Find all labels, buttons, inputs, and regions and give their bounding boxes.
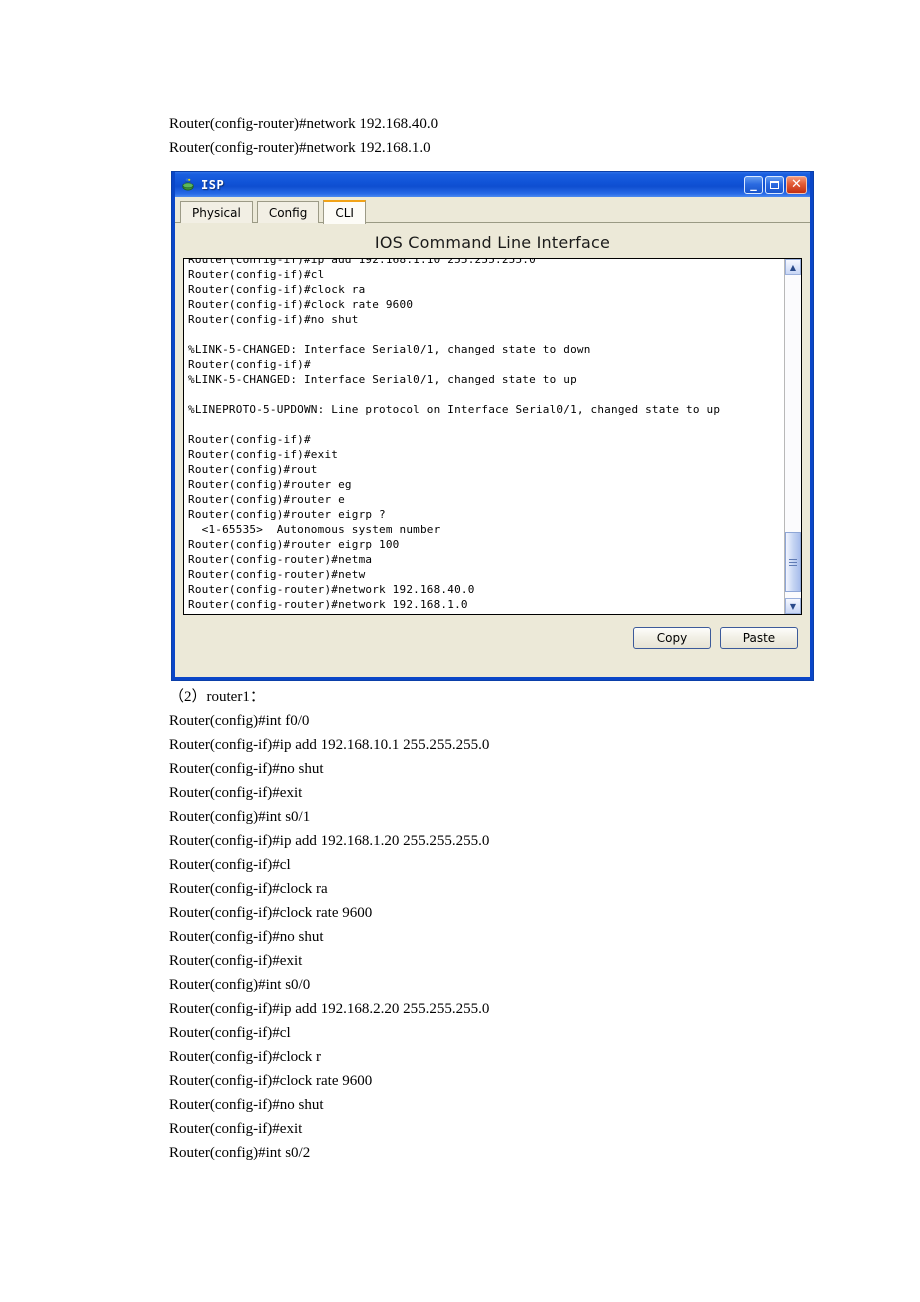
document-line: Router(config-if)#clock rate 9600 [169,1073,373,1089]
scroll-up-button[interactable]: ▲ [785,259,801,275]
document-line: Router(config-if)#exit [169,953,303,969]
document-line: Router(config-if)#clock rate 9600 [169,905,373,921]
console-line: %LINEPROTO-5-UPDOWN: Line protocol on In… [188,403,721,416]
console-line: Router(config-if)#exit [188,448,339,461]
console-line: <1-65535> Autonomous system number [188,523,441,536]
tab-cli-label: CLI [335,206,354,220]
console-button-row: Copy Paste [183,615,802,649]
document-line: Router(config)#int s0/0 [169,977,311,993]
tab-physical-label: Physical [192,205,241,220]
window-titlebar[interactable]: ISP _ ✕ [175,172,810,197]
console-line: %LINK-5-CHANGED: Interface Serial0/1, ch… [188,343,591,356]
document-text-bottom: （2）router1： Router(config)#int f0/0 Route… [169,685,869,1165]
scroll-down-button[interactable]: ▼ [785,598,801,614]
cli-heading: IOS Command Line Interface [374,233,611,252]
cli-console-text: Router(config-if)#ip add 192.168.1.10 25… [188,259,784,612]
paste-button[interactable]: Paste [720,627,798,649]
isp-device-window: ISP _ ✕ Physical Config CLI IOS Command … [172,172,813,680]
console-line: Router(config-if)#ip add 192.168.1.10 25… [188,259,536,266]
window-controls: _ ✕ [744,175,807,194]
document-line: Router(config-if)#no shut [169,1097,324,1113]
chevron-down-icon: ▼ [789,601,797,611]
tab-config-label: Config [268,205,308,220]
scrollbar-thumb[interactable] [785,532,801,592]
document-line: Router(config)#int s0/1 [169,809,311,825]
tab-config[interactable]: Config [256,201,320,223]
console-line: Router(config-router)#network 192.168.1.… [188,598,468,611]
document-line: Router(config-if)#ip add 192.168.2.20 25… [169,1001,490,1017]
window-title: ISP [201,177,225,192]
document-line: Router(config-if)#clock r [169,1049,322,1065]
document-line: Router(config-if)#no shut [169,761,324,777]
tab-strip: Physical Config CLI [175,197,810,224]
cli-console[interactable]: Router(config-if)#ip add 192.168.1.10 25… [184,259,784,614]
console-line: Router(config-if)#clock ra [188,283,366,296]
console-line: Router(config-router)#netw [188,568,366,581]
copy-button[interactable]: Copy [633,627,711,649]
document-line: Router(config-if)#ip add 192.168.1.20 25… [169,833,490,849]
router1-command-list: Router(config)#int f0/0 Router(config-if)… [169,709,869,1165]
close-button[interactable]: ✕ [786,175,807,194]
minimize-button[interactable]: _ [744,175,763,194]
document-line: Router(config)#int f0/0 [169,713,310,729]
minimize-icon: _ [750,176,757,192]
document-line: Router(config-if)#cl [169,1025,291,1041]
scrollbar-track[interactable] [785,275,801,598]
tab-cli[interactable]: CLI [323,200,366,224]
chevron-up-icon: ▲ [789,262,797,272]
router-icon [180,177,196,193]
document-line: Router(config-if)#exit [169,785,303,801]
maximize-button[interactable] [765,175,784,194]
console-line: Router(config)#router eg [188,478,352,491]
console-line: Router(config-if)#clock rate 9600 [188,298,414,311]
console-line: Router(config-if)# [188,358,311,371]
document-line: Router(config-if)#exit [169,1121,303,1137]
document-line: Router(config-router)#network 192.168.1.… [169,140,431,156]
console-line: Router(config-if)#cl [188,268,325,281]
window-body: IOS Command Line Interface Router(config… [175,223,810,677]
document-line: Router(config-if)#clock ra [169,881,328,897]
document-line: Router(config-if)#no shut [169,929,324,945]
console-line: Router(config)#router e [188,493,345,506]
scrollbar-grip-icon [789,557,797,568]
console-line: Router(config)#router eigrp ? [188,508,386,521]
document-line: Router(config)#int s0/2 [169,1145,311,1161]
console-line: %LINK-5-CHANGED: Interface Serial0/1, ch… [188,373,577,386]
tab-physical[interactable]: Physical [180,201,253,223]
maximize-icon [766,177,783,193]
console-line: Router(config-if)#no shut [188,313,359,326]
console-line: Router(config)#rout [188,463,318,476]
console-line: Router(config)#router eigrp 100 [188,538,400,551]
console-line: Router(config-if)# [188,433,311,446]
document-line: Router(config-if)#ip add 192.168.10.1 25… [169,737,490,753]
router1-section-heading: （2）router1： [169,689,265,705]
document-text-top: Router(config-router)#network 192.168.40… [169,112,789,160]
document-line: Router(config-if)#cl [169,857,291,873]
cli-console-area: Router(config-if)#ip add 192.168.1.10 25… [183,258,802,615]
console-line: Router(config-router)#network 192.168.40… [188,583,475,596]
document-line: Router(config-router)#network 192.168.40… [169,116,439,132]
console-scrollbar[interactable]: ▲ ▼ [784,259,801,614]
close-icon: ✕ [791,177,802,192]
console-line: Router(config-router)#netma [188,553,373,566]
